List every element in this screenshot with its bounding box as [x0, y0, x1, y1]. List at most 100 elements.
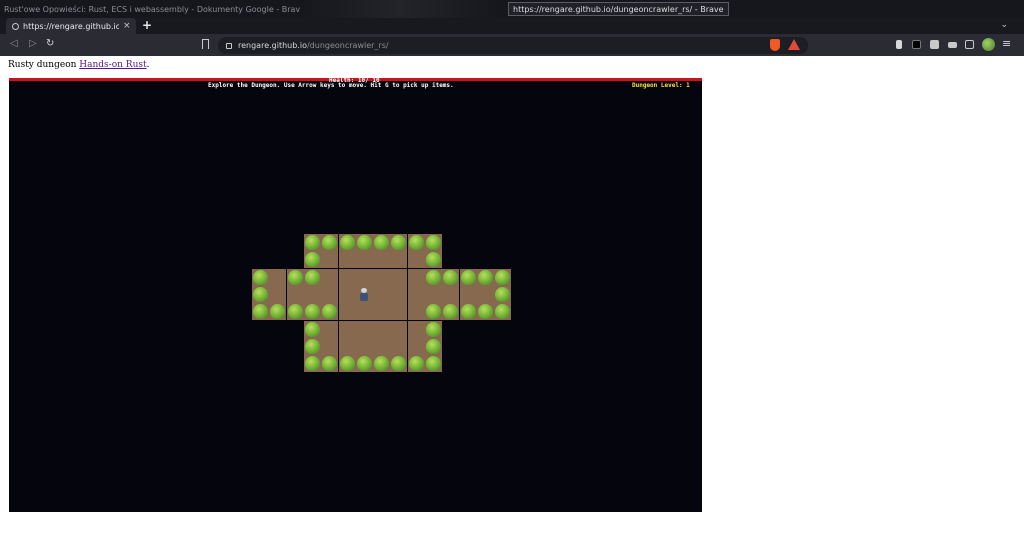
tree-tile	[373, 234, 390, 251]
floor-tile	[321, 251, 338, 268]
tree-tile	[373, 355, 390, 372]
dungeon-level-text: Dungeon Level: 1	[632, 82, 690, 89]
url-domain: rengare.github.io	[238, 41, 307, 50]
tree-tile	[477, 303, 494, 320]
floor-tile	[356, 251, 373, 268]
tree-tile	[408, 355, 425, 372]
floor-tile	[408, 251, 425, 268]
floor-tile	[373, 286, 390, 303]
tree-tile	[477, 269, 494, 286]
avatar[interactable]	[982, 38, 995, 51]
close-icon[interactable]: ×	[123, 21, 131, 31]
extension-icon[interactable]	[896, 40, 902, 49]
floor-tile	[321, 338, 338, 355]
os-title-bar: Rust'owe Opowieści: Rust, ECS i webassem…	[0, 0, 1024, 18]
floor-tile	[408, 338, 425, 355]
floor-tile	[425, 286, 442, 303]
tree-tile	[356, 355, 373, 372]
tree-tile	[356, 234, 373, 251]
intro-line: Rusty dungeon Hands-on Rust.	[8, 60, 149, 70]
tree-tile	[304, 269, 321, 286]
tree-tile	[425, 251, 442, 268]
floor-tile	[390, 338, 407, 355]
wallet-icon[interactable]	[965, 40, 974, 49]
floor-tile	[373, 269, 390, 286]
intro-text: Rusty dungeon	[8, 60, 80, 70]
floor-tile	[390, 269, 407, 286]
tree-tile	[425, 355, 442, 372]
floor-tile	[339, 251, 356, 268]
tree-tile	[339, 355, 356, 372]
puzzle-icon[interactable]	[930, 40, 939, 49]
floor-tile	[321, 269, 338, 286]
floor-tile	[373, 321, 390, 338]
address-bar[interactable]: rengare.github.io/dungeoncrawler_rs/	[218, 37, 808, 54]
hands-on-rust-link[interactable]: Hands-on Rust	[79, 60, 146, 70]
play-extension-icon[interactable]	[912, 40, 921, 49]
floor-tile	[356, 269, 373, 286]
floor-tile	[477, 286, 494, 303]
brave-rewards-icon[interactable]	[788, 39, 800, 50]
background-window-title: Rust'owe Opowieści: Rust, ECS i webassem…	[4, 5, 306, 14]
floor-tile	[408, 303, 425, 320]
reading-list-icon[interactable]	[948, 42, 957, 48]
tree-tile	[304, 355, 321, 372]
intro-suffix: .	[146, 60, 150, 70]
chevron-down-icon[interactable]: ⌄	[1000, 20, 1008, 30]
floor-tile	[390, 251, 407, 268]
reload-button[interactable]: ↻	[46, 38, 54, 49]
tree-tile	[425, 321, 442, 338]
floor-tile	[269, 269, 286, 286]
floor-tile	[356, 321, 373, 338]
tree-tile	[252, 303, 269, 320]
floor-tile	[356, 338, 373, 355]
floor-tile	[390, 286, 407, 303]
floor-tile	[321, 286, 338, 303]
tree-tile	[494, 303, 511, 320]
menu-button[interactable]: ≡	[1002, 37, 1011, 50]
tree-tile	[460, 269, 477, 286]
floor-tile	[339, 269, 356, 286]
floor-tile	[287, 286, 304, 303]
floor-tile	[373, 303, 390, 320]
floor-tile	[390, 321, 407, 338]
floor-tile	[373, 338, 390, 355]
url-path: /dungeoncrawler_rs/	[306, 41, 389, 50]
tree-tile	[494, 269, 511, 286]
floor-tile	[339, 338, 356, 355]
brave-shields-icon[interactable]	[770, 39, 780, 51]
tab-dungeoncrawler[interactable]: https://rengare.github.io/d ×	[6, 18, 136, 34]
forward-button[interactable]: ▷	[29, 38, 37, 49]
active-window-title: https://rengare.github.io/dungeoncrawler…	[508, 2, 729, 16]
tree-tile	[252, 269, 269, 286]
tree-tile	[321, 234, 338, 251]
tab-strip: https://rengare.github.io/d × + ⌄	[0, 18, 1024, 34]
tree-tile	[425, 234, 442, 251]
floor-tile	[321, 321, 338, 338]
tree-tile	[390, 234, 407, 251]
tree-tile	[425, 303, 442, 320]
player-sprite	[359, 288, 369, 301]
tab-title: https://rengare.github.io/d	[23, 21, 119, 31]
tree-tile	[339, 234, 356, 251]
tree-tile	[321, 303, 338, 320]
tree-tile	[304, 303, 321, 320]
globe-icon	[12, 22, 19, 30]
tree-tile	[442, 303, 459, 320]
tree-tile	[304, 234, 321, 251]
tree-tile	[321, 355, 338, 372]
floor-tile	[339, 321, 356, 338]
floor-tile	[373, 251, 390, 268]
floor-tile	[390, 303, 407, 320]
bookmark-icon[interactable]	[202, 39, 209, 49]
game-canvas[interactable]: Health: 10/ 10 Explore the Dungeon. Use …	[9, 78, 702, 512]
tree-tile	[442, 269, 459, 286]
lock-icon	[226, 42, 232, 49]
tree-tile	[287, 269, 304, 286]
floor-tile	[269, 286, 286, 303]
new-tab-button[interactable]: +	[142, 19, 152, 31]
floor-tile	[356, 303, 373, 320]
floor-tile	[408, 269, 425, 286]
instructions-text: Explore the Dungeon. Use Arrow keys to m…	[208, 82, 454, 89]
back-button[interactable]: ◁	[10, 38, 18, 49]
